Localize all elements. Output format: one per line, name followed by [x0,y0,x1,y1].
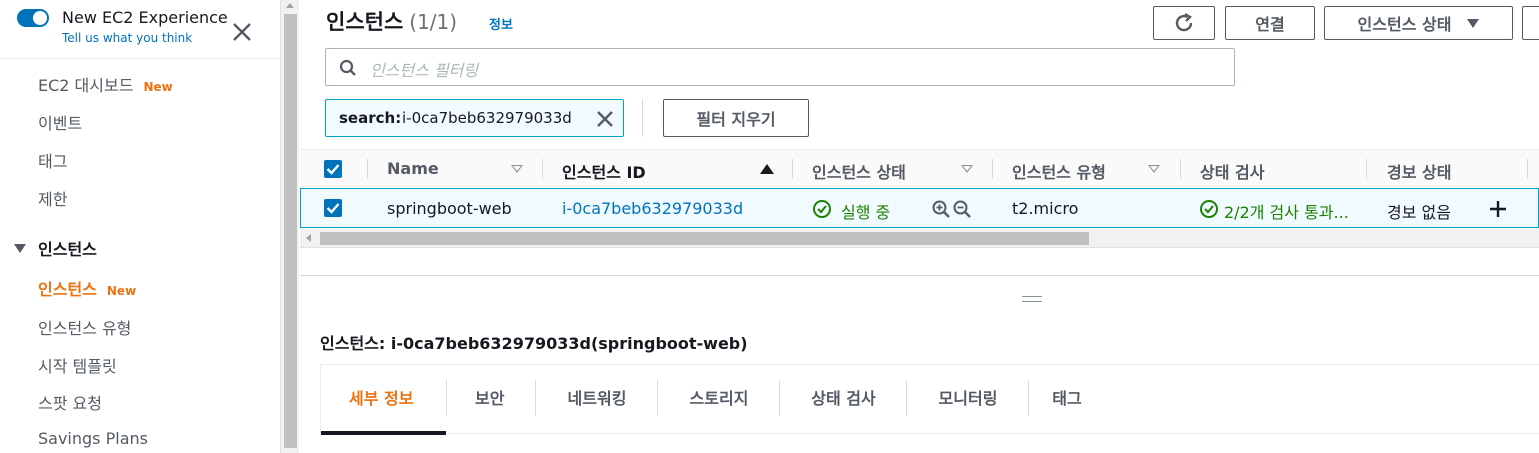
column-divider [542,159,543,179]
filter-token-value: i-0ca7beb632979033d [402,109,572,127]
search-placeholder: 인스턴스 필터링 [370,61,479,80]
sort-icon[interactable] [1148,165,1160,173]
sidebar: New EC2 Experience Tell us what you thin… [0,0,280,453]
tab-security[interactable]: 보안 [475,385,504,409]
checkmark-icon [326,164,340,175]
column-header-status-check[interactable]: 상태 검사 [1200,159,1264,183]
sidebar-item-events[interactable]: 이벤트 [38,110,82,134]
zoom-in-icon[interactable] [931,199,951,219]
caret-down-icon [1467,18,1480,28]
sidebar-item-tags[interactable]: 태그 [38,148,67,172]
column-header-instance-state[interactable]: 인스턴스 상태 [812,159,906,183]
column-header-instance-type[interactable]: 인스턴스 유형 [1012,159,1106,183]
feedback-link[interactable]: Tell us what you think [62,31,192,45]
check-circle-icon [1200,200,1218,218]
page-title-text: 인스턴스 [326,10,404,34]
clear-filters-button[interactable]: 필터 지우기 [663,99,809,137]
table-horizontal-scrollbar[interactable] [300,229,1539,248]
instance-state-label: 인스턴스 상태 [1357,15,1452,34]
detail-tabs: 세부 정보 보안 네트워킹 스토리지 상태 검사 모니터링 태그 [320,364,1539,435]
detail-panel-title: 인스턴스: i-0ca7beb632979033d(springboot-web… [320,330,748,354]
select-all-checkbox[interactable] [324,160,342,178]
column-header-alarm-status[interactable]: 경보 상태 [1387,159,1451,183]
sidebar-item-ec2-dashboard[interactable]: EC2 대시보드 New [38,72,173,96]
cell-alarm-status: 경보 없음 [1387,203,1451,222]
column-header-name[interactable]: Name [387,159,439,178]
new-experience-toggle[interactable] [17,9,49,27]
scrollbar-thumb[interactable] [320,232,1089,245]
instance-state-dropdown[interactable]: 인스턴스 상태 [1324,6,1513,40]
detail-instance-value: i-0ca7beb632979033d(springboot-web) [390,334,748,353]
sort-icon[interactable] [961,165,973,173]
sort-ascending-icon[interactable] [760,164,774,174]
sidebar-item-savings-plans[interactable]: Savings Plans [38,429,148,448]
sidebar-item-launch-templates[interactable]: 시작 템플릿 [38,353,117,377]
checkmark-icon [326,203,340,214]
cell-instance-state: 실행 중 [841,203,891,222]
connect-button[interactable]: 연결 [1225,6,1315,40]
column-divider [1180,159,1181,179]
sort-icon[interactable] [511,165,523,173]
cell-instance-type: t2.micro [1012,199,1079,218]
column-divider [367,159,368,179]
sidebar-item-label: 인스턴스 [38,280,97,299]
zoom-out-icon[interactable] [952,199,972,219]
tab-tags[interactable]: 태그 [1029,385,1105,409]
caret-down-icon [14,244,26,253]
refresh-icon [1175,12,1193,32]
check-circle-icon [813,200,831,218]
column-divider [992,159,993,179]
column-divider [1527,159,1528,179]
actions-dropdown[interactable] [1522,6,1539,40]
page-title: 인스턴스 (1/1) [326,6,457,36]
selection-count: (1/1) [409,10,458,34]
tab-networking[interactable]: 네트워킹 [536,385,658,409]
drag-handle-icon[interactable] [1022,296,1042,302]
filter-divider [642,99,643,137]
filter-token-key: search: [339,109,402,127]
split-divider [300,275,1539,276]
sidebar-scrollbar[interactable] [280,0,299,453]
tab-details[interactable]: 세부 정보 [349,385,413,409]
new-badge: New [143,80,173,94]
tab-storage[interactable]: 스토리지 [658,385,780,409]
remove-filter-icon[interactable] [596,110,614,128]
sidebar-divider [0,58,280,59]
main-content: 인스턴스 (1/1) 정보 연결 인스턴스 상태 인스턴스 필터링 search:… [300,0,1539,453]
table-row[interactable]: springboot-web i-0ca7beb632979033d 실행 중 … [300,188,1539,228]
sidebar-section-label: 인스턴스 [38,240,97,259]
plus-icon[interactable] [1489,200,1507,218]
sidebar-item-instance-types[interactable]: 인스턴스 유형 [38,315,131,339]
search-icon [339,59,356,76]
detail-prefix: 인스턴스: [320,334,386,353]
info-link[interactable]: 정보 [489,14,513,33]
sidebar-item-spot-requests[interactable]: 스팟 요청 [38,390,102,414]
tab-status-check[interactable]: 상태 검사 [780,385,907,409]
cell-instance-id-link[interactable]: i-0ca7beb632979033d [562,199,743,218]
column-divider [1366,159,1367,179]
filter-token: search: i-0ca7beb632979033d [325,99,624,137]
filter-search-input[interactable]: 인스턴스 필터링 [325,48,1235,86]
sidebar-item-limits[interactable]: 제한 [38,186,67,210]
toggle-knob [33,11,47,25]
scroll-up-icon[interactable] [286,3,294,8]
scroll-left-icon[interactable] [306,234,311,242]
new-badge: New [106,284,137,298]
tab-monitoring[interactable]: 모니터링 [907,385,1029,409]
refresh-button[interactable] [1153,6,1215,40]
column-divider [792,159,793,179]
sidebar-section-instances[interactable]: 인스턴스 [14,236,97,260]
cell-status-check: 2/2개 검사 통과... [1224,203,1349,222]
sidebar-item-instances[interactable]: 인스턴스 New [38,276,136,300]
new-experience-label: New EC2 Experience [62,8,228,27]
row-checkbox[interactable] [324,199,342,217]
sidebar-item-label: EC2 대시보드 [38,76,134,95]
scrollbar-thumb[interactable] [284,14,297,448]
cell-name: springboot-web [387,199,512,218]
active-tab-indicator [321,431,446,435]
column-header-instance-id[interactable]: 인스턴스 ID [562,159,646,183]
table-header: Name 인스턴스 ID 인스턴스 상태 인스턴스 유형 상태 검사 경보 상태 [300,149,1539,187]
tab-divider [446,380,447,416]
close-icon[interactable] [231,21,253,43]
